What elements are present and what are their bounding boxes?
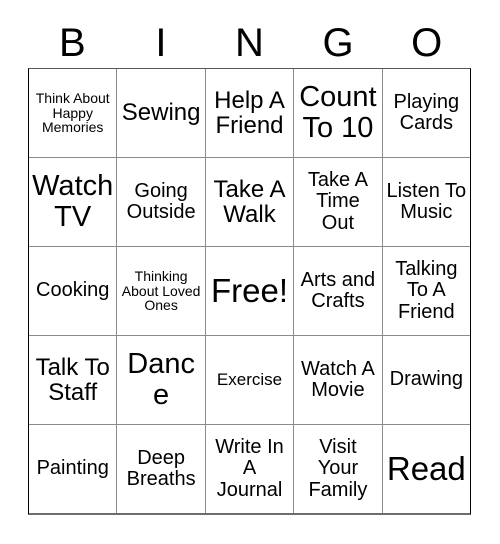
bingo-cell[interactable]: Talk To Staff (29, 336, 116, 424)
bingo-cell[interactable]: Talking To A Friend (381, 247, 470, 335)
header-letter-o: O (411, 21, 443, 65)
bingo-row: Cooking Thinking About Loved Ones Free! … (29, 246, 470, 335)
bingo-row: Painting Deep Breaths Write In A Journal… (29, 424, 470, 513)
bingo-cell[interactable]: Listen To Music (381, 158, 470, 246)
header-letter-n: N (235, 21, 264, 65)
bingo-cell[interactable]: Visit Your Family (293, 425, 381, 513)
bingo-cell[interactable]: Count To 10 (293, 69, 381, 157)
bingo-row: Think About Happy Memories Sewing Help A… (29, 69, 470, 157)
bingo-cell[interactable]: Dance (116, 336, 204, 424)
bingo-cell[interactable]: Think About Happy Memories (29, 69, 116, 157)
bingo-cell[interactable]: Write In A Journal (204, 425, 293, 513)
bingo-cell[interactable]: Watch A Movie (293, 336, 381, 424)
header-letter-g: G (322, 21, 354, 65)
bingo-row: Watch TV Going Outside Take A Walk Take … (29, 157, 470, 246)
bingo-cell-free-space[interactable]: Free! (204, 247, 293, 335)
bingo-cell[interactable]: Drawing (381, 336, 470, 424)
header-letter-i: I (155, 21, 167, 65)
bingo-cell[interactable]: Playing Cards (381, 69, 470, 157)
bingo-cell[interactable]: Thinking About Loved Ones (116, 247, 204, 335)
bingo-cell[interactable]: Arts and Crafts (293, 247, 381, 335)
bingo-cell[interactable]: Help A Friend (204, 69, 293, 157)
bingo-cell[interactable]: Going Outside (116, 158, 204, 246)
bingo-grid: Think About Happy Memories Sewing Help A… (28, 68, 471, 515)
bingo-cell[interactable]: Take A Walk (204, 158, 293, 246)
bingo-cell[interactable]: Painting (29, 425, 116, 513)
bingo-cell[interactable]: Cooking (29, 247, 116, 335)
header-letter-b: B (58, 21, 86, 65)
bingo-cell[interactable]: Sewing (116, 69, 204, 157)
bingo-cell[interactable]: Exercise (204, 336, 293, 424)
bingo-cell[interactable]: Watch TV (29, 158, 116, 246)
bingo-cell[interactable]: Deep Breaths (116, 425, 204, 513)
bingo-row: Talk To Staff Dance Exercise Watch A Mov… (29, 335, 470, 424)
bingo-header-row: B I N G O (28, 18, 471, 68)
bingo-cell[interactable]: Take A Time Out (293, 158, 381, 246)
bingo-cell[interactable]: Read (381, 425, 470, 513)
bingo-card: B I N G O Think About Happy Memories Sew… (0, 0, 500, 544)
